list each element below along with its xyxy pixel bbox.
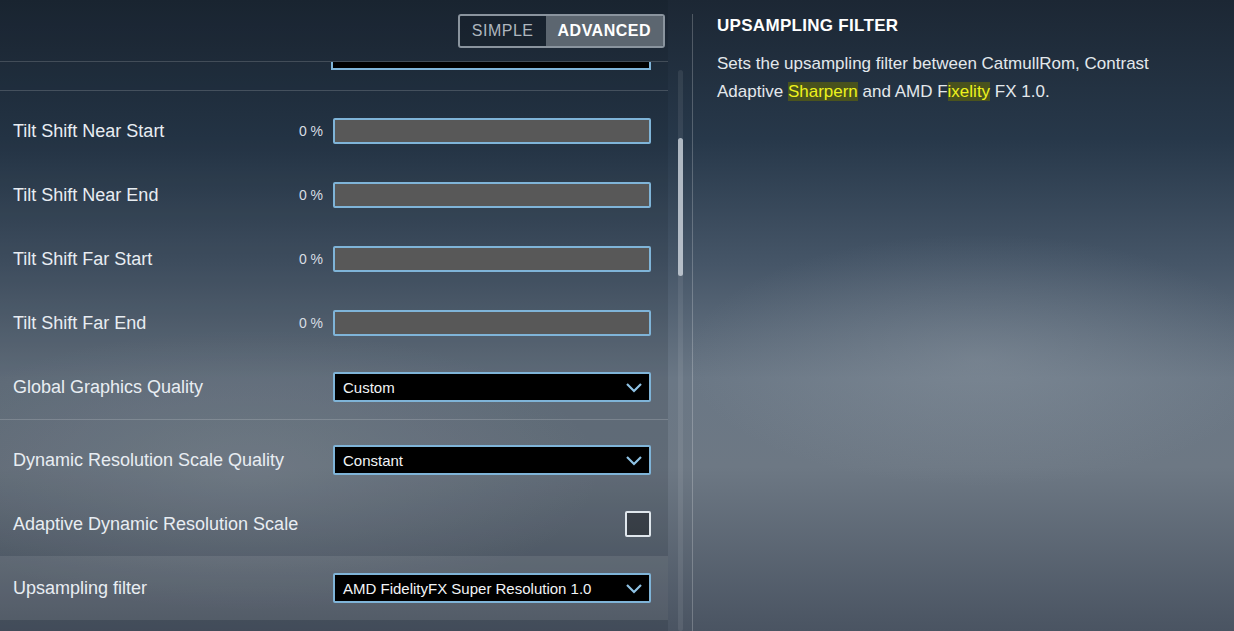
settings-header: SIMPLEADVANCED <box>0 0 668 62</box>
partial-dropdown[interactable] <box>331 62 651 70</box>
slider-track[interactable] <box>333 246 651 272</box>
dropdown-value: AMD FidelityFX Super Resolution 1.0 <box>343 580 625 597</box>
slider-track[interactable] <box>333 310 651 336</box>
setting-label: Tilt Shift Near Start <box>13 121 289 142</box>
dropdown[interactable]: AMD FidelityFX Super Resolution 1.0 <box>333 573 651 603</box>
setting-row[interactable]: Tilt Shift Far End 0 % <box>0 291 668 355</box>
setting-row[interactable]: Adaptive Dynamic Resolution Scale <box>0 492 668 556</box>
dropdown-value: Custom <box>343 379 625 396</box>
slider-track[interactable] <box>333 182 651 208</box>
setting-label: Upsampling filter <box>13 578 313 599</box>
setting-label: Global Graphics Quality <box>13 377 313 398</box>
setting-label: Dynamic Resolution Scale Quality <box>13 450 313 471</box>
partial-setting-row <box>0 62 668 90</box>
panel-divider <box>692 14 693 631</box>
setting-label: Tilt Shift Far End <box>13 313 289 334</box>
dropdown[interactable]: Constant <box>333 445 651 475</box>
view-toggle-button[interactable]: SIMPLE <box>460 16 546 46</box>
scrollbar <box>668 0 692 631</box>
chevron-down-icon <box>625 582 643 594</box>
description-text: and AMD F <box>858 82 948 101</box>
help-panel: UPSAMPLING FILTER Sets the upsampling fil… <box>693 0 1234 631</box>
setting-reading: 0 % <box>299 251 323 267</box>
setting-reading: 0 % <box>299 123 323 139</box>
section-divider <box>0 90 668 91</box>
setting-row[interactable]: Upsampling filter AMD FidelityFX Super Re… <box>0 556 668 620</box>
slider-track[interactable] <box>333 118 651 144</box>
chevron-down-icon <box>625 381 643 393</box>
setting-reading: 0 % <box>299 187 323 203</box>
scrollbar-track[interactable] <box>678 70 683 631</box>
settings-panel: SIMPLEADVANCEDTilt Shift Near Start0 %Ti… <box>0 0 668 631</box>
dropdown-value: Constant <box>343 452 625 469</box>
description-text: ixelity <box>948 82 991 101</box>
description-text: FX 1.0. <box>990 82 1050 101</box>
setting-row[interactable]: Tilt Shift Near End 0 % <box>0 163 668 227</box>
setting-label: Tilt Shift Far Start <box>13 249 289 270</box>
setting-row[interactable]: Global Graphics Quality Custom <box>0 355 668 419</box>
description-text: Sharpern <box>788 82 858 101</box>
setting-label: Adaptive Dynamic Resolution Scale <box>13 514 313 535</box>
chevron-down-icon <box>625 454 643 466</box>
setting-row[interactable]: Tilt Shift Near Start 0 % <box>0 99 668 163</box>
setting-row[interactable]: Dynamic Resolution Scale Quality Constant <box>0 428 668 492</box>
section-divider <box>0 419 668 420</box>
scrollbar-thumb[interactable] <box>678 138 683 276</box>
settings-section: Tilt Shift Near Start0 %Tilt Shift Near … <box>0 99 668 419</box>
view-toggle: SIMPLEADVANCED <box>458 14 665 48</box>
help-title: UPSAMPLING FILTER <box>717 16 1214 36</box>
settings-section: Dynamic Resolution Scale Quality Constant… <box>0 428 668 620</box>
checkbox[interactable] <box>625 511 651 537</box>
checkbox-cell <box>333 511 651 537</box>
view-toggle-button[interactable]: ADVANCED <box>546 16 663 46</box>
setting-reading: 0 % <box>299 315 323 331</box>
setting-label: Tilt Shift Near End <box>13 185 289 206</box>
setting-row[interactable]: Tilt Shift Far Start 0 % <box>0 227 668 291</box>
help-description: Sets the upsampling filter between Catmu… <box>717 50 1212 106</box>
dropdown[interactable]: Custom <box>333 372 651 402</box>
